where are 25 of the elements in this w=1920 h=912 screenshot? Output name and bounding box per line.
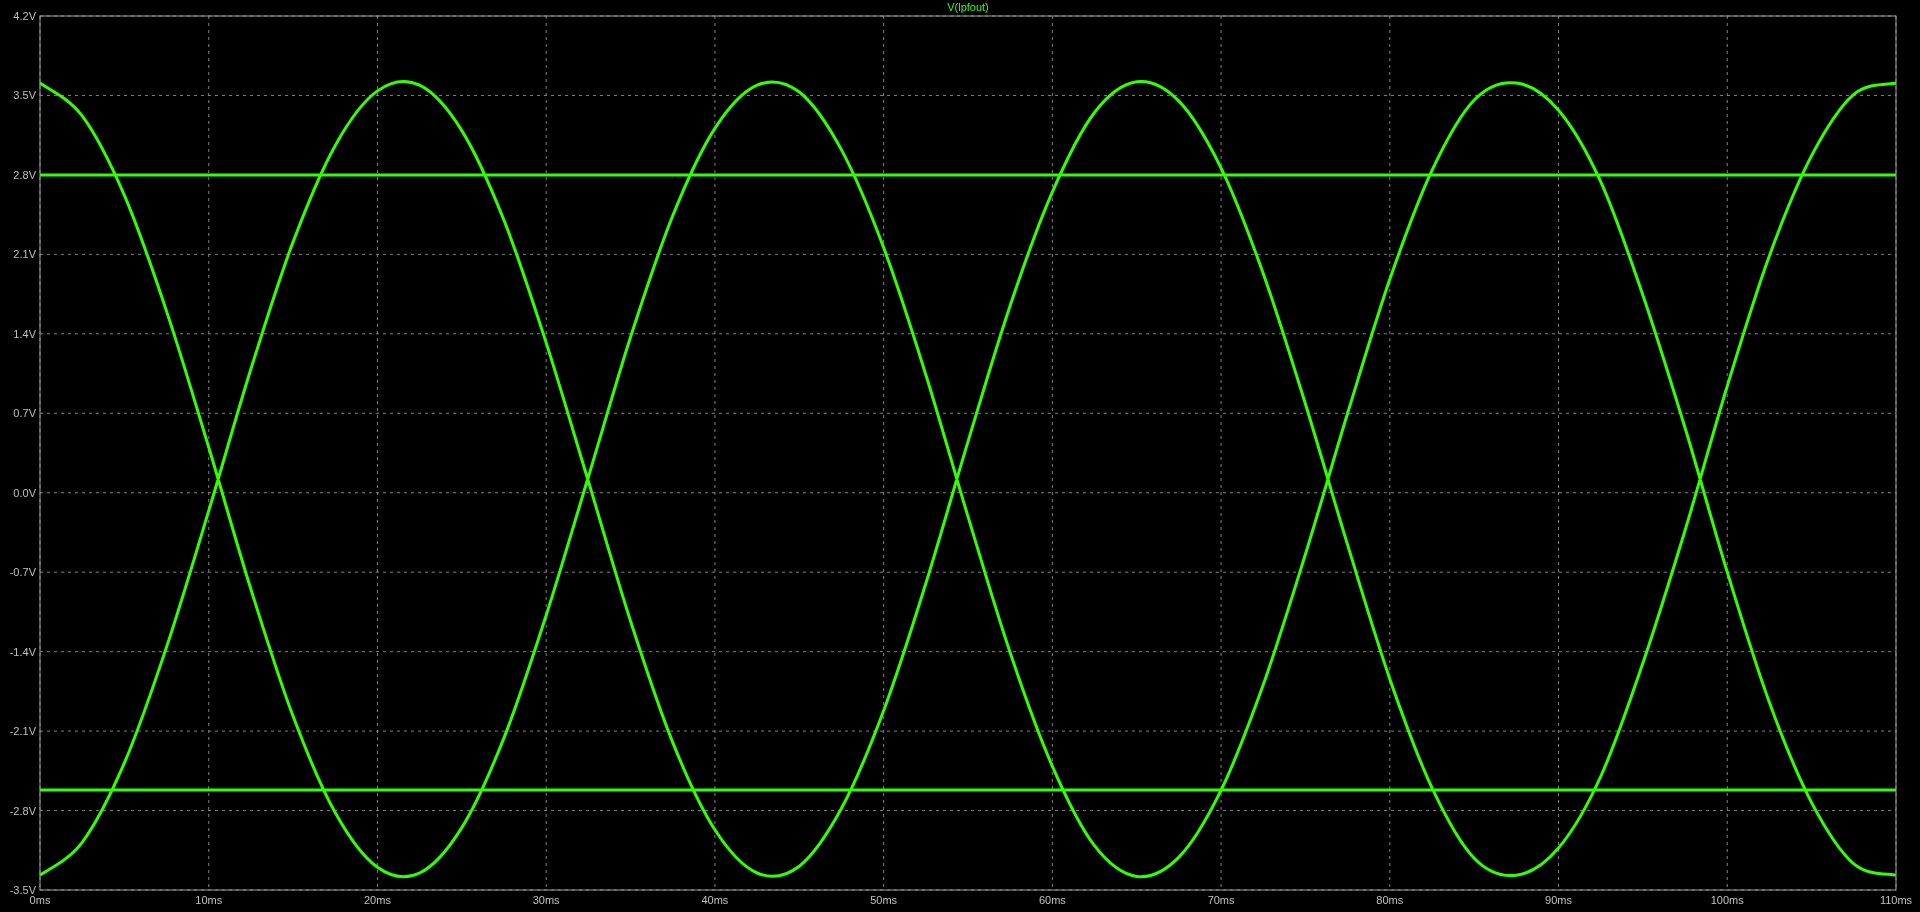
x-tick-label: 80ms	[1376, 894, 1404, 906]
y-tick-label: 0.0V	[13, 486, 36, 499]
y-tick-label: 0.7V	[13, 407, 36, 420]
x-tick-label: 20ms	[364, 894, 391, 906]
x-tick-label: 50ms	[870, 894, 898, 906]
y-tick-label: -1.4V	[9, 645, 36, 658]
x-tick-label: 30ms	[532, 894, 560, 906]
x-tick-label: 60ms	[1038, 894, 1066, 906]
trace-label: V(lpfout)	[947, 1, 989, 13]
y-tick-label: -3.5V	[9, 884, 36, 896]
y-tick-label: 2.1V	[13, 248, 36, 261]
x-tick-label: 70ms	[1207, 894, 1235, 906]
x-tick-label: 90ms	[1545, 894, 1572, 906]
y-tick-label: -2.1V	[9, 725, 36, 738]
y-tick-label: 4.2V	[13, 10, 36, 22]
y-tick-label: -0.7V	[9, 566, 36, 579]
y-tick-label: 3.5V	[13, 89, 36, 102]
x-tick-label: 10ms	[195, 894, 223, 906]
x-tick-label: 40ms	[701, 894, 729, 906]
x-tick-label: 0ms	[29, 894, 51, 906]
y-tick-label: 2.8V	[13, 168, 36, 181]
x-tick-label: 110ms	[1879, 894, 1913, 906]
y-tick-label: 1.4V	[13, 327, 36, 340]
x-tick-label: 100ms	[1710, 894, 1744, 906]
y-tick-label: -2.8V	[9, 804, 36, 817]
